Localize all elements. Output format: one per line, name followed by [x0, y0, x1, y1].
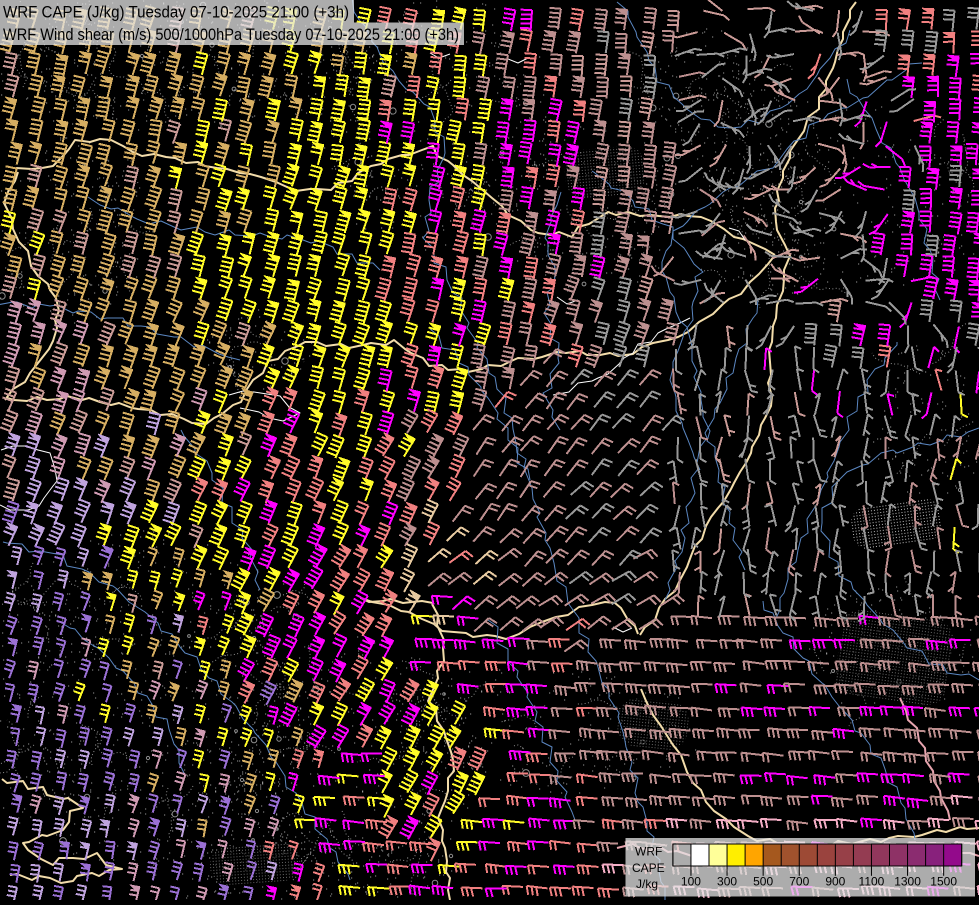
svg-text:CAPE: CAPE: [632, 861, 665, 875]
svg-text:700: 700: [789, 875, 809, 889]
svg-text:1500: 1500: [930, 875, 957, 889]
svg-text:1100: 1100: [859, 875, 885, 889]
svg-text:900: 900: [825, 875, 845, 889]
svg-text:1300: 1300: [894, 875, 921, 889]
svg-text:WRF CAPE (J/kg) Tuesday 07-10-: WRF CAPE (J/kg) Tuesday 07-10-2025 21:00…: [3, 3, 349, 22]
svg-text:300: 300: [717, 875, 737, 889]
svg-text:WRF Wind shear (m/s) 500/1000h: WRF Wind shear (m/s) 500/1000hPa Tuesday…: [3, 25, 459, 44]
svg-text:WRF: WRF: [635, 845, 662, 859]
svg-text:J/kg: J/kg: [636, 877, 658, 891]
svg-text:100: 100: [681, 875, 701, 889]
svg-text:500: 500: [753, 875, 773, 889]
